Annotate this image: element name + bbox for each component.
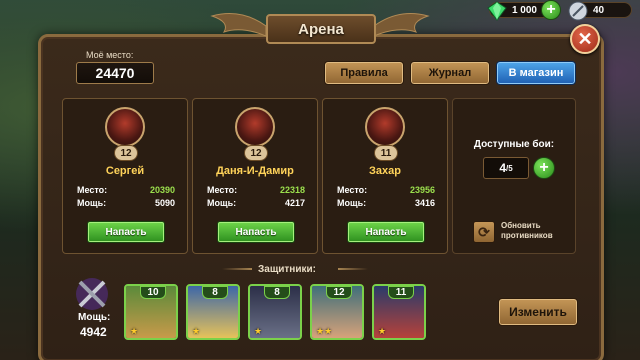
hero-stars: ★ <box>378 326 387 336</box>
opponent-name: Даня-И-Дамир <box>216 165 294 177</box>
refresh-label-line2: противников <box>501 231 553 240</box>
opponent-place-row: Место: 23956 <box>337 185 435 195</box>
opponent-level-badge: 11 <box>374 145 398 161</box>
power-label: Мощь: <box>77 198 107 208</box>
power-label: Мощь: <box>207 198 237 208</box>
defender-hero-slot[interactable]: 8 ★ <box>248 284 302 340</box>
gems-counter: 1 000 + <box>487 0 561 21</box>
place-value: 23956 <box>409 185 435 195</box>
gems-value: 1 000 <box>511 4 537 16</box>
add-fights-button[interactable]: + <box>533 157 555 179</box>
attack-button[interactable]: Напасть <box>87 221 165 243</box>
opponent-name: Захар <box>369 165 401 177</box>
refresh-label-line1: Обновить <box>501 221 541 230</box>
crossed-swords-icon <box>76 278 108 310</box>
defenders-power-value: 4942 <box>80 325 107 339</box>
shop-button[interactable]: В магазин <box>496 61 576 85</box>
hero-stars: ★ <box>130 326 139 336</box>
power-value: 4217 <box>284 198 305 208</box>
defender-hero-slot[interactable]: 11 ★ <box>372 284 426 340</box>
opponent-place-row: Место: 22318 <box>207 185 305 195</box>
add-gems-button[interactable]: + <box>541 0 561 20</box>
available-fights-label: Доступные бои: <box>473 139 555 150</box>
change-defenders-button[interactable]: Изменить <box>498 298 578 326</box>
refresh-icon: ⟳ <box>478 223 490 240</box>
defender-hero-slot[interactable]: 12 ★★ <box>310 284 364 340</box>
energy-value: 40 <box>593 4 605 16</box>
opponent-avatar[interactable] <box>105 107 145 147</box>
attack-button[interactable]: Напасть <box>217 221 295 243</box>
fights-panel: Доступные бои: 4 /5 + ⟳ Обновить противн… <box>452 98 576 254</box>
defenders-label: Защитники: <box>258 264 316 275</box>
defender-hero-slot[interactable]: 8 ★ <box>186 284 240 340</box>
page-title: Арена <box>266 14 376 44</box>
opponent-card: 12 Даня-И-Дамир Место: 22318 Мощь: 4217 … <box>192 98 318 254</box>
gem-icon <box>487 1 507 21</box>
hero-level-badge: 8 <box>202 286 228 299</box>
refresh-opponents-label: Обновить противников <box>501 221 553 241</box>
divider-ornament-left <box>222 268 252 270</box>
place-label: Место: <box>337 185 368 195</box>
close-icon: ✕ <box>577 28 593 49</box>
opponent-card: 11 Захар Место: 23956 Мощь: 3416 Напасть <box>322 98 448 254</box>
close-button[interactable]: ✕ <box>570 24 600 54</box>
defender-hero-slot[interactable]: 10 ★ <box>124 284 178 340</box>
divider-ornament-right <box>338 268 368 270</box>
place-value: 22318 <box>279 185 305 195</box>
hero-level-badge: 12 <box>326 286 352 299</box>
rules-button[interactable]: Правила <box>324 61 404 85</box>
power-label: Мощь: <box>337 198 367 208</box>
sword-energy-icon <box>568 1 588 21</box>
my-place-label: Моё место: <box>86 50 134 60</box>
place-label: Место: <box>207 185 238 195</box>
currency-bar: 1 000 + 40 <box>487 0 632 21</box>
power-value: 3416 <box>414 198 435 208</box>
opponent-power-row: Мощь: 5090 <box>77 198 175 208</box>
opponent-avatar[interactable] <box>235 107 275 147</box>
title-wing-left-ornament <box>210 13 266 37</box>
opponent-level-badge: 12 <box>244 145 268 161</box>
hero-level-badge: 10 <box>140 286 166 299</box>
refresh-opponents-button[interactable]: ⟳ <box>473 221 495 243</box>
opponent-power-row: Мощь: 4217 <box>207 198 305 208</box>
opponent-place-row: Место: 20390 <box>77 185 175 195</box>
fights-current: 4 <box>499 161 506 175</box>
opponent-avatar[interactable] <box>365 107 405 147</box>
my-place-value: 24470 <box>76 62 154 84</box>
energy-counter: 40 <box>568 1 632 21</box>
hero-stars: ★ <box>192 326 201 336</box>
fights-max: /5 <box>506 163 513 173</box>
journal-button[interactable]: Журнал <box>410 61 490 85</box>
opponent-card: 12 Сергей Место: 20390 Мощь: 5090 Напаст… <box>62 98 188 254</box>
hero-stars: ★ <box>254 326 263 336</box>
power-value: 5090 <box>154 198 175 208</box>
place-label: Место: <box>77 185 108 195</box>
title-wing-right-ornament <box>374 13 430 37</box>
hero-level-badge: 11 <box>388 286 414 299</box>
opponent-name: Сергей <box>105 165 145 177</box>
place-value: 20390 <box>149 185 175 195</box>
opponent-power-row: Мощь: 3416 <box>337 198 435 208</box>
opponent-level-badge: 12 <box>114 145 138 161</box>
attack-button[interactable]: Напасть <box>347 221 425 243</box>
hero-stars: ★★ <box>316 326 333 336</box>
defenders-power-label: Мощь: <box>78 312 111 323</box>
hero-level-badge: 8 <box>264 286 290 299</box>
available-fights-counter: 4 /5 <box>483 157 529 179</box>
